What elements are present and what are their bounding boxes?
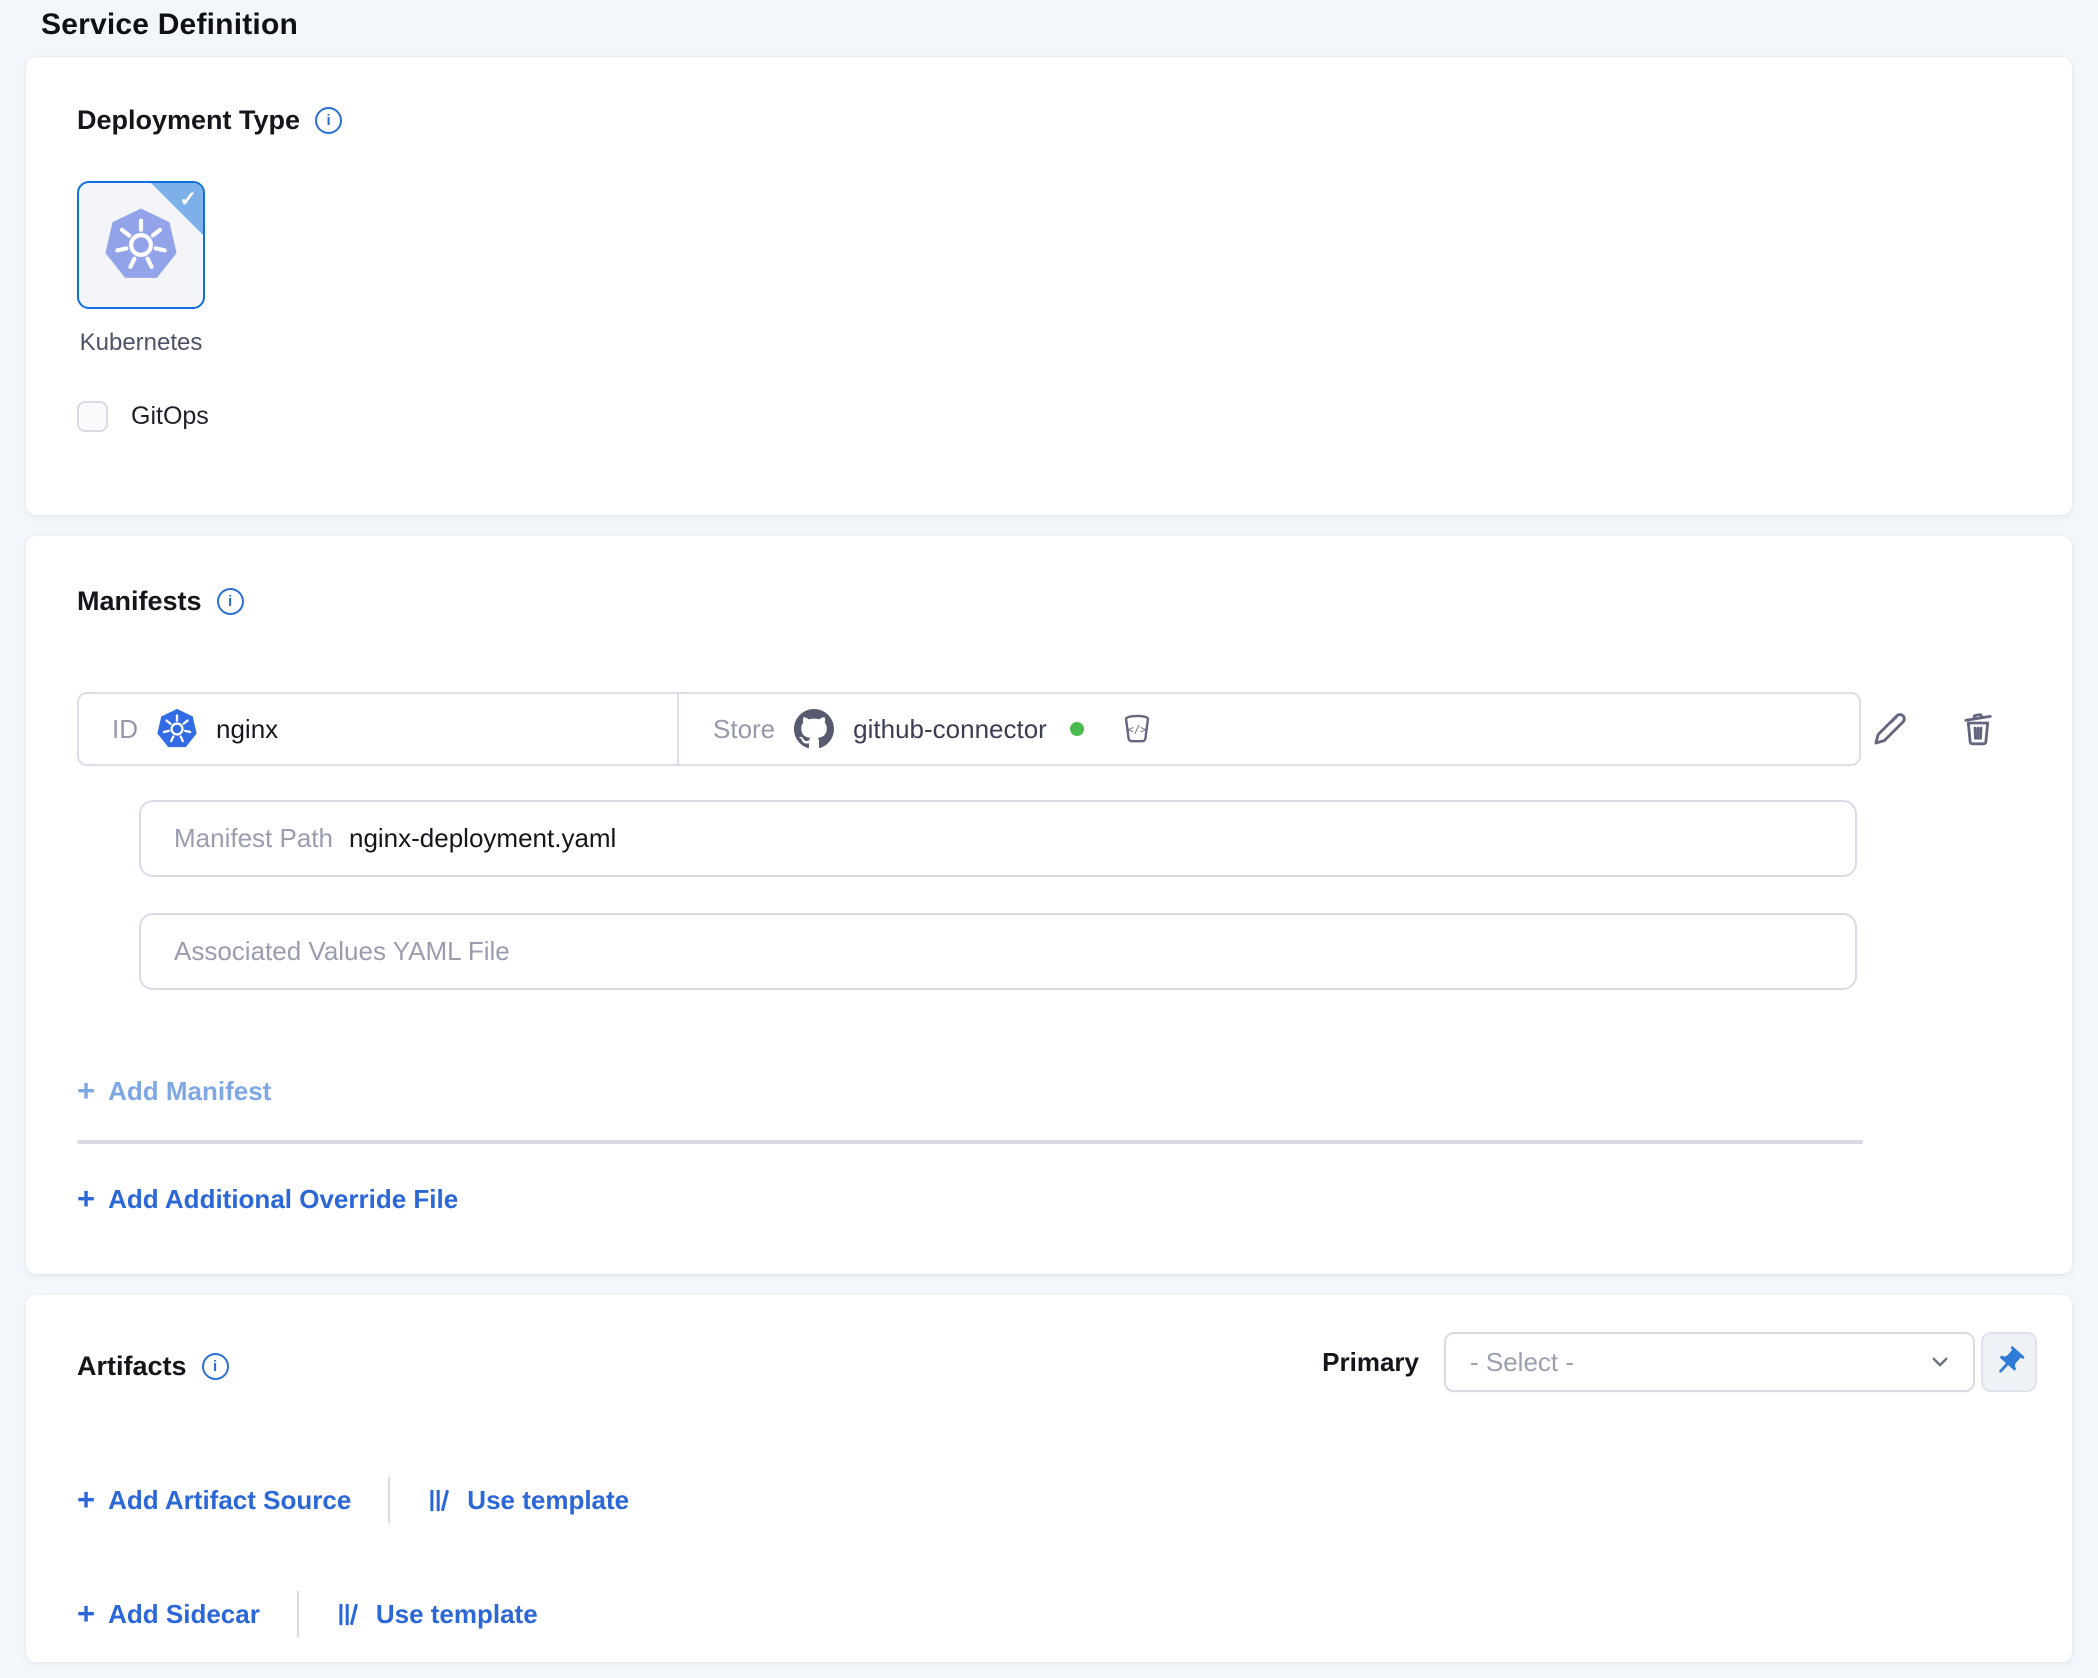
page-title: Service Definition: [41, 8, 298, 42]
manifests-header: Manifests i: [77, 586, 244, 617]
use-template-artifact-button[interactable]: Use template: [427, 1485, 629, 1516]
github-icon: [794, 709, 834, 749]
artifacts-card: Artifacts i Primary - Select - + Add Art…: [26, 1295, 2072, 1662]
manifest-row-actions: [1870, 708, 1998, 748]
deployment-type-kubernetes-tile[interactable]: ✓: [77, 181, 205, 309]
primary-select-placeholder: - Select -: [1470, 1347, 1925, 1378]
manifest-store-value: github-connector: [853, 714, 1047, 745]
pin-primary-button[interactable]: [1981, 1332, 2037, 1392]
check-icon: ✓: [179, 187, 197, 212]
manifests-card: Manifests i ID nginx Store github-connec…: [26, 536, 2072, 1274]
manifest-id-value: nginx: [216, 714, 278, 745]
plus-icon: +: [77, 1183, 95, 1214]
manifests-heading: Manifests: [77, 586, 202, 617]
gitops-label: GitOps: [131, 402, 209, 431]
code-store-icon: [1119, 711, 1155, 747]
kubernetes-tile-label: Kubernetes: [77, 329, 205, 357]
plus-icon: +: [77, 1598, 95, 1629]
info-icon[interactable]: i: [315, 107, 342, 134]
plus-icon: +: [77, 1075, 95, 1106]
primary-artifact-select[interactable]: - Select -: [1444, 1332, 1975, 1392]
deployment-type-header: Deployment Type i: [77, 105, 342, 136]
add-override-file-button[interactable]: + Add Additional Override File: [77, 1184, 458, 1215]
deployment-type-card: Deployment Type i ✓ Kubernetes GitOps: [26, 57, 2072, 515]
sidecar-actions: + Add Sidecar Use template: [77, 1591, 538, 1637]
add-artifact-source-label: Add Artifact Source: [108, 1485, 351, 1516]
template-library-icon: [427, 1487, 454, 1514]
manifest-id-label: ID: [112, 714, 138, 745]
pin-icon: [1992, 1345, 2026, 1379]
vertical-divider: [388, 1477, 390, 1523]
add-override-file-label: Add Additional Override File: [108, 1184, 458, 1215]
info-icon[interactable]: i: [202, 1353, 229, 1380]
chevron-down-icon: [1925, 1347, 1955, 1377]
add-manifest-label: Add Manifest: [108, 1076, 271, 1107]
kubernetes-manifest-icon: [156, 708, 198, 750]
use-template-label: Use template: [467, 1485, 629, 1516]
plus-icon: +: [77, 1484, 95, 1515]
manifest-store-label: Store: [713, 714, 775, 745]
add-sidecar-button[interactable]: + Add Sidecar: [77, 1599, 260, 1630]
add-artifact-source-button[interactable]: + Add Artifact Source: [77, 1485, 351, 1516]
primary-label: Primary: [1322, 1347, 1419, 1378]
vertical-divider: [297, 1591, 299, 1637]
manifest-store-section: Store github-connector: [679, 694, 1859, 764]
edit-manifest-icon[interactable]: [1870, 708, 1910, 748]
manifest-row[interactable]: ID nginx Store github-connector: [77, 692, 1861, 766]
manifest-path-field[interactable]: Manifest Path nginx-deployment.yaml: [139, 800, 1857, 877]
info-icon[interactable]: i: [217, 588, 244, 615]
use-template-sidecar-button[interactable]: Use template: [336, 1599, 538, 1630]
manifest-path-prefix: Manifest Path: [174, 823, 333, 854]
connector-status-dot: [1070, 722, 1084, 736]
artifacts-heading: Artifacts: [77, 1351, 187, 1382]
deployment-type-heading: Deployment Type: [77, 105, 300, 136]
primary-artifact-row: Primary - Select -: [1322, 1332, 2037, 1392]
values-yaml-placeholder: Associated Values YAML File: [174, 936, 510, 967]
add-sidecar-label: Add Sidecar: [108, 1599, 260, 1630]
artifacts-header: Artifacts i: [77, 1351, 229, 1382]
values-yaml-field[interactable]: Associated Values YAML File: [139, 913, 1857, 990]
artifact-source-actions: + Add Artifact Source Use template: [77, 1477, 629, 1523]
gitops-row: GitOps: [77, 401, 209, 432]
template-library-icon: [336, 1601, 363, 1628]
delete-manifest-icon[interactable]: [1958, 708, 1998, 748]
add-manifest-button[interactable]: + Add Manifest: [77, 1076, 271, 1107]
gitops-checkbox[interactable]: [77, 401, 108, 432]
manifest-id-section: ID nginx: [79, 694, 679, 764]
manifest-path-value: nginx-deployment.yaml: [349, 823, 616, 854]
use-template-label: Use template: [376, 1599, 538, 1630]
section-divider: [77, 1140, 1863, 1144]
